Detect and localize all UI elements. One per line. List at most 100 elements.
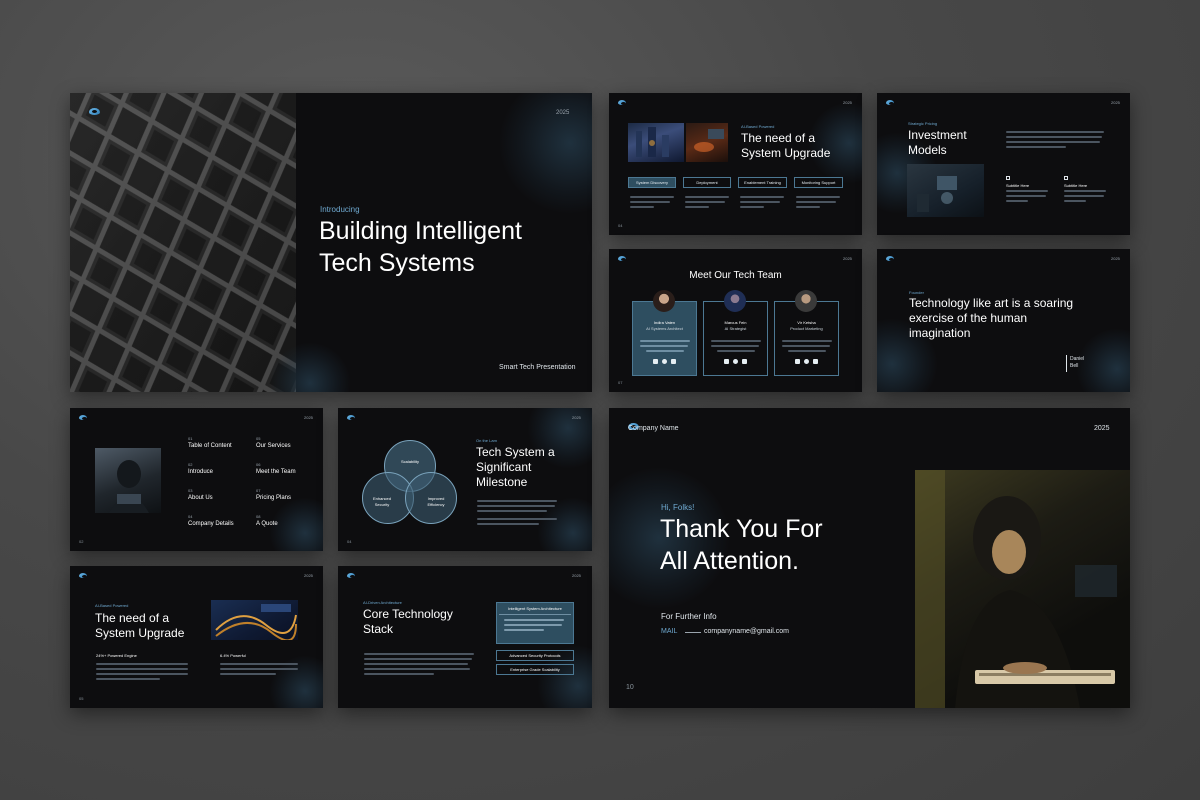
- company-name: Company Name: [628, 425, 679, 432]
- brand-logo-icon: [89, 108, 100, 115]
- toc-num: 03: [188, 488, 193, 493]
- body-text-placeholder: [1006, 190, 1048, 192]
- stack-box[interactable]: Enterprise Grade Scalability: [496, 664, 574, 675]
- page-number: 02: [79, 539, 84, 544]
- square-icon: [1006, 176, 1010, 180]
- slide-eyebrow: AI-Based Powered: [95, 603, 129, 608]
- slide-eyebrow: On the Lam: [476, 438, 497, 443]
- facebook-icon[interactable]: [653, 359, 658, 364]
- slide-system-upgrade-stats[interactable]: 2025 AI-Based Powered The need of a Syst…: [70, 566, 323, 708]
- globe-icon[interactable]: [804, 359, 809, 364]
- brand-logo-icon: [79, 415, 87, 420]
- slide-eyebrow: AI-Driven Architecture: [363, 600, 402, 605]
- toc-item[interactable]: Meet the Team: [256, 469, 296, 475]
- body-text-placeholder: [740, 196, 784, 198]
- toc-item[interactable]: Company Details: [188, 521, 234, 527]
- slide-milestone[interactable]: 2025 Scalability Enhanced Security Impro…: [338, 408, 592, 551]
- play-icon[interactable]: [813, 359, 818, 364]
- toc-item[interactable]: Table of Content: [188, 443, 232, 449]
- brand-logo-icon: [618, 256, 626, 261]
- architecture-photo: [70, 93, 296, 392]
- tab-system-discovery[interactable]: System Discovery: [628, 177, 676, 188]
- email-link[interactable]: companyname@gmail.com: [704, 628, 789, 635]
- brand-logo-icon: [886, 256, 894, 261]
- slide-quote[interactable]: 2025 Founder Technology like art is a so…: [877, 249, 1130, 392]
- body-text-placeholder: [1064, 200, 1086, 202]
- team-card-3[interactable]: [774, 301, 839, 376]
- venn-label: Enhanced: [372, 496, 391, 501]
- slide-year: 2025: [843, 256, 852, 261]
- body-text-placeholder: [711, 340, 761, 342]
- body-text-placeholder: [646, 350, 684, 352]
- page-number: 10: [626, 684, 634, 691]
- venn-label: Scalability: [400, 459, 419, 464]
- body-text-placeholder: [504, 629, 544, 631]
- venn-label: Security: [374, 502, 390, 507]
- body-text-placeholder: [782, 345, 830, 347]
- body-text-placeholder: [630, 196, 674, 198]
- toc-num: 02: [188, 462, 193, 467]
- body-text-placeholder: [685, 206, 709, 208]
- city-photo: [628, 123, 684, 162]
- facebook-icon[interactable]: [795, 359, 800, 364]
- slide-year: 2025: [304, 573, 313, 578]
- slide-title-line2: Significant: [476, 460, 532, 474]
- stat-label-2: 6.4% Powerful: [220, 653, 246, 658]
- body-text-placeholder: [630, 206, 654, 208]
- body-text-placeholder: [685, 201, 725, 203]
- author-divider: [1066, 355, 1067, 372]
- globe-icon[interactable]: [733, 359, 738, 364]
- slide-year: 2025: [572, 415, 581, 420]
- globe-icon[interactable]: [662, 359, 667, 364]
- slide-eyebrow: Founder: [909, 290, 924, 295]
- play-icon[interactable]: [742, 359, 747, 364]
- team-card-2[interactable]: [703, 301, 768, 376]
- brand-logo-icon: [347, 415, 355, 420]
- square-icon: [1064, 176, 1068, 180]
- slide-year: 2025: [1094, 425, 1110, 432]
- toc-num: 05: [256, 436, 261, 441]
- info-label: For Further Info: [661, 612, 717, 621]
- body-text-placeholder: [1006, 136, 1102, 138]
- quote-line1: Technology like art is a soaring: [909, 296, 1074, 310]
- body-text-placeholder: [782, 340, 832, 342]
- slide-investment-models[interactable]: 2025 Strategic Pricing Investment Models…: [877, 93, 1130, 235]
- toc-item[interactable]: About Us: [188, 495, 213, 501]
- slide-title[interactable]: 2025 Introducing Building Intelligent Te…: [70, 93, 592, 392]
- facebook-icon[interactable]: [724, 359, 729, 364]
- body-text-placeholder: [364, 653, 474, 655]
- slide-thank-you[interactable]: Company Name 2025 Hi, Folks! Thank You F…: [609, 408, 1130, 708]
- slide-title-line2: Models: [908, 143, 947, 157]
- slide-tech-team[interactable]: 2025 Meet Our Tech Team Indira Vaten AI …: [609, 249, 862, 392]
- toc-item[interactable]: Introduce: [188, 469, 213, 475]
- toc-num: 07: [256, 488, 261, 493]
- toc-num: 08: [256, 514, 261, 519]
- body-text-placeholder: [504, 619, 564, 621]
- slide-year: 2025: [556, 110, 570, 116]
- brand-logo-icon: [79, 573, 87, 578]
- team-card-1[interactable]: [632, 301, 697, 376]
- page-number: 04: [347, 539, 352, 544]
- toc-item[interactable]: A Quote: [256, 521, 278, 527]
- avatar: [653, 290, 675, 312]
- member-role: AI Systems Architect: [646, 326, 683, 331]
- member-role: AI Strategist: [724, 326, 747, 331]
- slide-title-line2: System Upgrade: [741, 146, 831, 160]
- slide-title-line1: The need of a: [741, 131, 816, 145]
- body-text-placeholder: [477, 518, 557, 520]
- play-icon[interactable]: [671, 359, 676, 364]
- tab-deployment[interactable]: Deployment: [683, 177, 731, 188]
- slide-system-upgrade[interactable]: 2025 AI-Based Powered The need of a Syst…: [609, 93, 862, 235]
- slide-title-line1: Building Intelligent: [319, 217, 522, 245]
- toc-item[interactable]: Pricing Plans: [256, 495, 291, 501]
- avatar: [795, 290, 817, 312]
- tab-monitoring-support[interactable]: Monitoring Support: [794, 177, 843, 188]
- body-text-placeholder: [1064, 195, 1104, 197]
- slide-core-technology[interactable]: 2025 AI-Driven Architecture Core Technol…: [338, 566, 592, 708]
- tab-enablement-training[interactable]: Enablement Training: [738, 177, 787, 188]
- stack-box[interactable]: Advanced Security Protocols: [496, 650, 574, 661]
- slide-table-of-content[interactable]: 2025 01 Table of Content 02 Introduce 03…: [70, 408, 323, 551]
- toc-item[interactable]: Our Services: [256, 443, 291, 449]
- slide-title-line1: Thank You For: [660, 515, 823, 543]
- page-number: 07: [618, 380, 623, 385]
